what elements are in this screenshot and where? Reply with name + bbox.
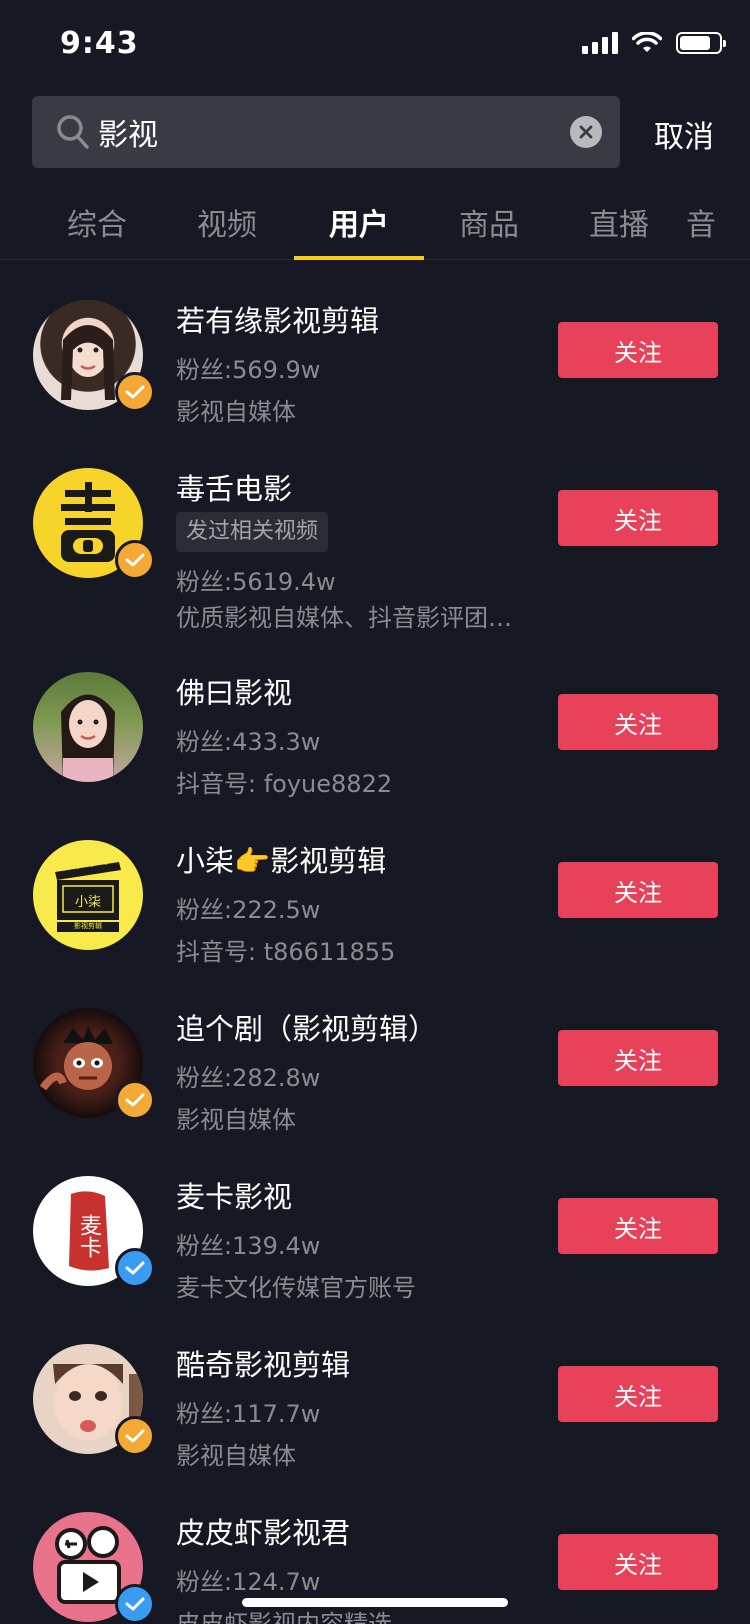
avatar-text: 小柒 — [74, 895, 101, 910]
fans-count: 粉丝:5619.4w — [176, 568, 336, 596]
avatar[interactable]: 小柒 影视剪辑 — [33, 840, 143, 950]
follow-button[interactable]: 关注 — [558, 1198, 718, 1254]
verified-badge-icon — [115, 1584, 155, 1624]
fans-count: 粉丝:139.4w — [176, 1232, 321, 1260]
user-description: 影视自媒体 — [176, 398, 296, 426]
follow-button[interactable]: 关注 — [558, 694, 718, 750]
cancel-button[interactable]: 取消 — [654, 112, 714, 156]
verified-badge-icon — [115, 1248, 155, 1288]
user-description: 麦卡文化传媒官方账号 — [176, 1274, 416, 1302]
user-name[interactable]: 小柒👉影视剪辑 — [176, 838, 386, 880]
user-name[interactable]: 毒舌电影 — [176, 466, 292, 508]
status-time: 9:43 — [60, 26, 139, 61]
search-input[interactable] — [98, 96, 578, 168]
follow-button[interactable]: 关注 — [558, 322, 718, 378]
tab-users[interactable]: 用户 — [294, 200, 424, 244]
follow-button[interactable]: 关注 — [558, 1366, 718, 1422]
battery-icon — [676, 32, 726, 54]
avatar-caption: 影视剪辑 — [74, 922, 102, 930]
avatar[interactable] — [33, 672, 143, 782]
search-box[interactable] — [32, 96, 620, 168]
home-indicator[interactable] — [242, 1598, 508, 1607]
status-bar: 9:43 — [0, 0, 750, 90]
fans-count: 粉丝:569.9w — [176, 356, 321, 384]
cellular-signal-icon — [582, 32, 618, 54]
tab-bar: 综合 视频 用户 商品 直播 音 — [0, 188, 750, 260]
follow-button[interactable]: 关注 — [558, 490, 718, 546]
verified-badge-icon — [115, 540, 155, 580]
fans-count: 粉丝:124.7w — [176, 1568, 321, 1596]
verified-badge-icon — [115, 1080, 155, 1120]
search-icon — [57, 115, 89, 149]
verified-badge-icon — [115, 1416, 155, 1456]
user-name[interactable]: 追个剧（影视剪辑） — [176, 1006, 437, 1048]
tab-music[interactable]: 音 — [686, 200, 750, 244]
user-name[interactable]: 若有缘影视剪辑 — [176, 298, 379, 340]
verified-badge-icon — [115, 372, 155, 412]
tab-live[interactable]: 直播 — [554, 200, 684, 244]
clear-icon[interactable] — [570, 116, 602, 148]
fans-count: 粉丝:433.3w — [176, 728, 321, 756]
user-name[interactable]: 酷奇影视剪辑 — [176, 1342, 350, 1384]
user-name[interactable]: 麦卡影视 — [176, 1174, 292, 1216]
wifi-icon — [632, 32, 662, 52]
fans-count: 粉丝:117.7w — [176, 1400, 321, 1428]
fans-count: 粉丝:282.8w — [176, 1064, 321, 1092]
tab-videos[interactable]: 视频 — [162, 200, 292, 244]
active-tab-indicator — [294, 256, 424, 260]
status-icons — [582, 32, 726, 54]
user-name[interactable]: 佛曰影视 — [176, 670, 292, 712]
related-video-tag: 发过相关视频 — [176, 512, 329, 552]
user-description: 皮皮虾影视内容精选 — [176, 1610, 392, 1624]
tab-comprehensive[interactable]: 综合 — [32, 200, 162, 244]
fans-count: 粉丝:222.5w — [176, 896, 321, 924]
douyin-id: 抖音号: foyue8822 — [176, 770, 393, 798]
follow-button[interactable]: 关注 — [558, 862, 718, 918]
user-description: 优质影视自媒体、抖音影评团… — [176, 604, 512, 632]
user-name[interactable]: 皮皮虾影视君 — [176, 1510, 350, 1552]
follow-button[interactable]: 关注 — [558, 1030, 718, 1086]
user-description: 影视自媒体 — [176, 1106, 296, 1134]
user-description: 影视自媒体 — [176, 1442, 296, 1470]
douyin-id: 抖音号: t86611855 — [176, 938, 396, 966]
follow-button[interactable]: 关注 — [558, 1534, 718, 1590]
tab-products[interactable]: 商品 — [424, 200, 554, 244]
